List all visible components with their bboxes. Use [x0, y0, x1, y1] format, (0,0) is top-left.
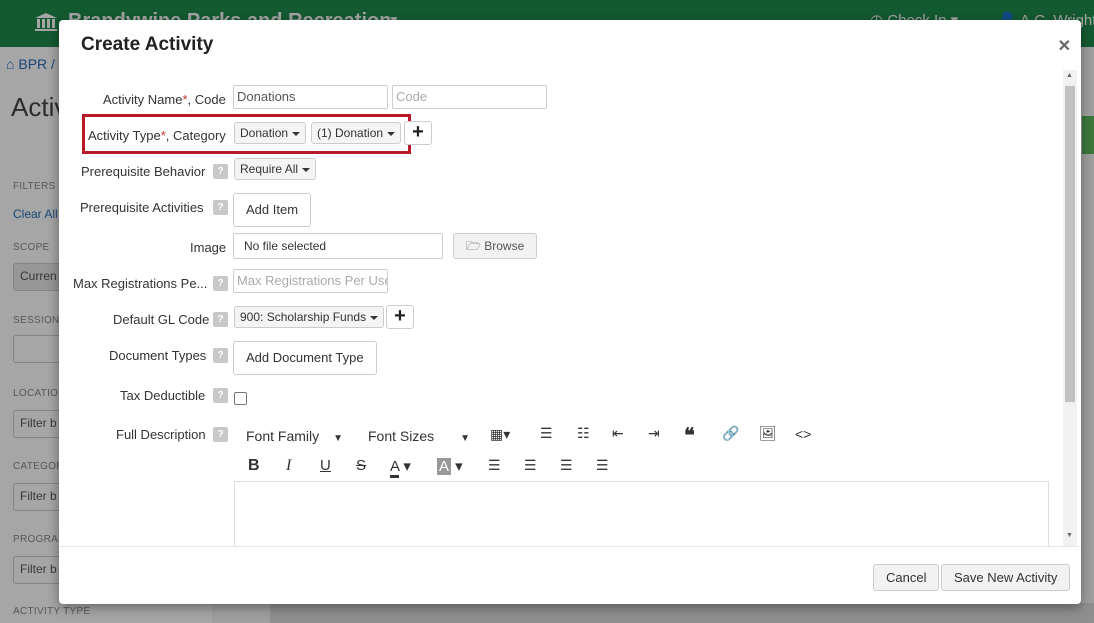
category-dropdown[interactable]: (1) Donation: [311, 122, 402, 144]
help-icon[interactable]: ?: [213, 276, 228, 291]
outdent-icon[interactable]: ⇤: [612, 425, 624, 442]
default-gl-code-label: Default GL Code: [113, 312, 209, 327]
font-color-icon[interactable]: A ▾: [390, 457, 411, 478]
plus-icon: +: [394, 305, 406, 327]
close-icon[interactable]: ✕: [1058, 36, 1071, 56]
help-icon[interactable]: ?: [213, 164, 228, 179]
scroll-up-icon[interactable]: ▲: [1066, 72, 1073, 79]
prerequisite-behavior-label: Prerequisite Behavior: [81, 164, 205, 179]
caret-down-icon: [292, 131, 301, 136]
activity-type-dropdown[interactable]: Donation: [234, 122, 307, 144]
underline-icon[interactable]: U: [320, 457, 331, 474]
scrollbar-thumb[interactable]: [1065, 86, 1075, 402]
add-category-button[interactable]: +: [404, 121, 432, 145]
add-item-button[interactable]: Add Item: [233, 193, 312, 227]
modal-title: Create Activity: [81, 34, 214, 55]
italic-icon[interactable]: I: [286, 457, 291, 475]
numbered-list-icon[interactable]: ☷: [577, 425, 590, 442]
modal-footer: Cancel Save New Activity: [59, 546, 1081, 604]
bullet-list-icon[interactable]: ☰: [540, 425, 553, 442]
font-sizes-label: Font Sizes: [368, 428, 435, 444]
justify-icon[interactable]: ☰: [596, 457, 609, 474]
table-icon[interactable]: ▦▾: [490, 426, 510, 443]
caret-down-icon: [387, 131, 396, 136]
save-new-activity-button[interactable]: Save New Activity: [941, 564, 1071, 591]
help-icon[interactable]: ?: [213, 427, 228, 442]
tax-deductible-checkbox[interactable]: [234, 392, 247, 405]
caret-down-icon: ▼: [333, 433, 344, 444]
image-file-input[interactable]: No file selected: [233, 233, 443, 259]
help-icon[interactable]: ?: [213, 312, 228, 327]
add-gl-code-button[interactable]: +: [386, 305, 414, 329]
document-types-label: Document Types: [109, 348, 206, 363]
max-registrations-label-text: Max Registrations Pe...: [73, 276, 208, 291]
font-sizes-dropdown[interactable]: Font Sizes ▼: [368, 428, 470, 444]
align-right-icon[interactable]: ☰: [560, 457, 573, 474]
prerequisite-activities-label-text: Prerequisite Activities: [80, 200, 204, 215]
caret-down-icon: ▼: [460, 433, 471, 444]
activity-type-label: Activity Type*, Category: [88, 128, 226, 143]
description-editor[interactable]: [234, 481, 1049, 547]
full-description-label: Full Description: [116, 427, 206, 442]
prerequisite-behavior-dropdown[interactable]: Require All: [234, 158, 317, 180]
tax-deductible-label: Tax Deductible: [120, 388, 205, 403]
gl-code-dropdown[interactable]: 900: Scholarship Funds: [234, 306, 385, 328]
modal-scrollbar[interactable]: ▲ ▼: [1063, 70, 1077, 546]
document-types-label-text: Document Types: [109, 348, 207, 363]
align-left-icon[interactable]: ☰: [488, 457, 501, 474]
gl-code-value: 900: Scholarship Funds: [240, 310, 367, 324]
highlight-color-icon[interactable]: A ▾: [437, 457, 463, 475]
browse-label: Browse: [484, 239, 525, 253]
blockquote-icon[interactable]: ❝: [684, 423, 695, 448]
help-icon[interactable]: ?: [213, 388, 228, 403]
category-label-text: , Category: [165, 128, 226, 143]
tax-deductible-label-text: Tax Deductible: [120, 388, 206, 403]
code-view-icon[interactable]: <>: [795, 426, 811, 442]
prerequisite-activities-label: Prerequisite Activities: [80, 200, 204, 215]
font-family-dropdown[interactable]: Font Family ▼: [246, 428, 343, 444]
default-gl-code-label-text: Default GL Code: [113, 312, 210, 327]
align-center-icon[interactable]: ☰: [524, 457, 537, 474]
image-label: Image: [190, 240, 227, 255]
plus-icon: +: [412, 121, 424, 143]
image-icon[interactable]: 🖼: [759, 425, 777, 442]
indent-icon[interactable]: ⇥: [648, 425, 660, 442]
help-icon[interactable]: ?: [213, 200, 228, 215]
font-family-label: Font Family: [246, 428, 320, 444]
prerequisite-behavior-value: Require All: [240, 162, 299, 176]
code-label-text: , Code: [187, 92, 226, 107]
category-value: (1) Donation: [317, 126, 384, 140]
browse-button[interactable]: 🗁 Browse: [453, 233, 538, 259]
strikethrough-icon[interactable]: S: [356, 457, 366, 474]
full-description-label-text: Full Description: [116, 427, 206, 442]
activity-type-label-text: Activity Type: [88, 128, 161, 143]
activity-code-input[interactable]: Code: [392, 85, 547, 109]
caret-down-icon: [302, 167, 311, 172]
activity-name-label: Activity Name*, Code: [103, 92, 226, 107]
add-document-type-button[interactable]: Add Document Type: [233, 341, 377, 375]
link-icon[interactable]: 🔗: [722, 425, 739, 442]
folder-open-icon: 🗁: [466, 239, 481, 253]
prerequisite-behavior-label-text: Prerequisite Behavior: [81, 164, 206, 179]
activity-name-input[interactable]: Donations: [233, 85, 388, 109]
activity-type-value: Donation: [240, 126, 289, 140]
cancel-button[interactable]: Cancel: [873, 564, 940, 591]
activity-name-label-text: Activity Name: [103, 92, 183, 107]
help-icon[interactable]: ?: [213, 348, 228, 363]
create-activity-modal: Create Activity ✕ Activity Name*, Code D…: [59, 20, 1081, 604]
scroll-down-icon[interactable]: ▼: [1066, 532, 1073, 539]
max-registrations-label: Max Registrations Pe...: [73, 276, 207, 291]
max-registrations-input[interactable]: Max Registrations Per User: [233, 269, 388, 293]
caret-down-icon: [370, 315, 379, 320]
bold-icon[interactable]: B: [248, 457, 260, 475]
